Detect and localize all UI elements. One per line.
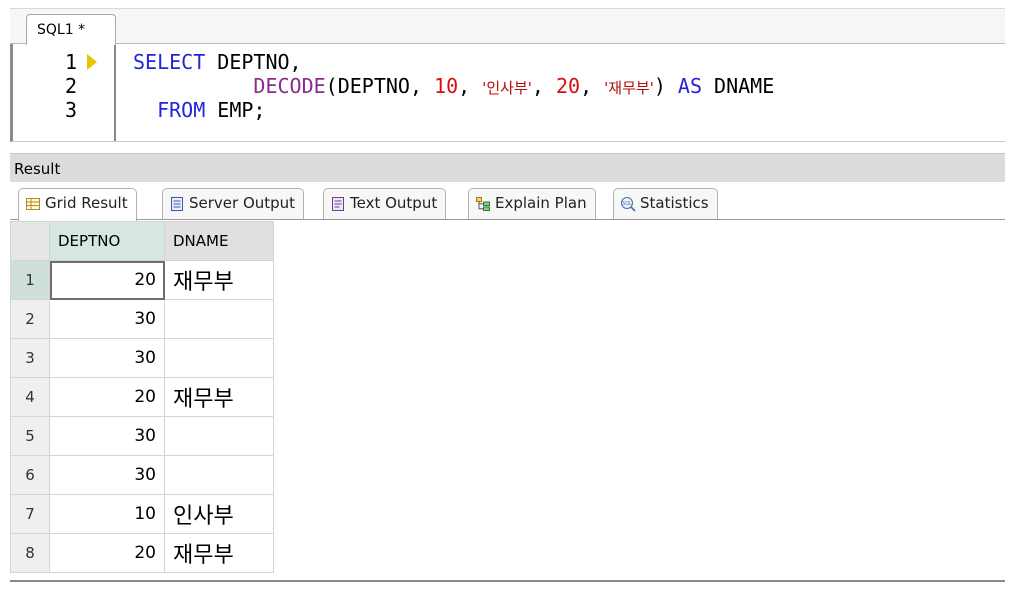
code-token-str: '재무부' (604, 79, 654, 97)
row-number-cell[interactable]: 5 (10, 416, 50, 456)
code-line-2[interactable]: DECODE(DEPTNO, 10, '인사부', 20, '재무부') AS … (133, 74, 774, 98)
tab-text-output[interactable]: Text Output (323, 188, 447, 220)
grid-header-row: DEPTNO DNAME (10, 221, 274, 261)
code-line-3[interactable]: FROM EMP; (133, 98, 265, 122)
cell-dname[interactable]: 재무부 (164, 377, 274, 417)
line-number: 1 (64, 50, 77, 74)
result-grid[interactable]: DEPTNO DNAME 1 20 재무부 2 30 3 30 4 20 재무부 5 30 6 30 7 10… (10, 221, 274, 573)
result-panel-title: Result (10, 153, 1005, 182)
row-number-cell[interactable]: 7 (10, 494, 50, 534)
tab-statistics[interactable]: SQL Statistics (613, 188, 718, 220)
code-token: , (458, 74, 483, 98)
row-number-cell[interactable]: 6 (10, 455, 50, 495)
grid-corner-cell[interactable] (10, 221, 50, 261)
code-token-str: '인사부' (482, 79, 532, 97)
cell-deptno[interactable]: 20 (49, 533, 165, 573)
code-token-num: 20 (555, 74, 581, 98)
code-token: ) (653, 74, 678, 98)
current-line-marker-icon (87, 54, 97, 70)
editor-tab-strip: SQL1 * (10, 8, 1005, 45)
code-token: , (531, 74, 556, 98)
sql-editor[interactable]: 1 2 3 SELECT DEPTNO, DECODE(DEPTNO, 10, … (10, 44, 1005, 142)
table-row[interactable]: 8 20 재무부 (10, 533, 274, 573)
code-line-1[interactable]: SELECT DEPTNO, (133, 50, 302, 74)
text-output-icon (332, 197, 344, 211)
code-token: EMP; (205, 98, 266, 122)
cell-dname[interactable] (164, 416, 274, 456)
row-number-cell[interactable]: 4 (10, 377, 50, 417)
tab-label: Grid Result (45, 194, 128, 212)
explain-plan-icon (476, 197, 490, 211)
cell-dname[interactable]: 인사부 (164, 494, 274, 534)
cell-deptno[interactable]: 30 (49, 416, 165, 456)
line-number: 3 (64, 98, 77, 122)
grid-body: 1 20 재무부 2 30 3 30 4 20 재무부 5 30 6 30 7 10 인사부 8 20 재무부 (10, 260, 274, 573)
table-row[interactable]: 3 30 (10, 338, 274, 378)
code-token-num: 10 (434, 74, 459, 98)
table-row[interactable]: 2 30 (10, 299, 274, 339)
statistics-icon: SQL (621, 197, 636, 212)
row-number-cell[interactable]: 1 (10, 260, 50, 300)
cell-deptno[interactable]: 30 (49, 455, 165, 495)
tab-label: Explain Plan (495, 194, 587, 212)
code-token: DEPTNO, (205, 50, 302, 74)
row-number-cell[interactable]: 8 (10, 533, 50, 573)
cell-dname[interactable]: 재무부 (164, 533, 274, 573)
code-token-kw-blue: AS (677, 74, 703, 98)
code-token-kw-purple: DECODE (253, 74, 326, 98)
table-row[interactable]: 4 20 재무부 (10, 377, 274, 417)
code-token-kw-blue: FROM (157, 98, 206, 122)
result-tab-strip: Grid Result Server Output Text Output Ex… (10, 183, 1005, 221)
table-row[interactable]: 7 10 인사부 (10, 494, 274, 534)
row-number-cell[interactable]: 2 (10, 299, 50, 339)
row-number-cell[interactable]: 3 (10, 338, 50, 378)
line-number: 2 (64, 74, 77, 98)
tab-label: Statistics (640, 194, 709, 212)
tab-grid-result[interactable]: Grid Result (18, 188, 137, 221)
cell-deptno[interactable]: 30 (49, 299, 165, 339)
column-header-dname[interactable]: DNAME (164, 221, 274, 261)
tab-label: Text Output (350, 194, 438, 212)
tab-sql1[interactable]: SQL1 * (26, 14, 116, 45)
code-token: (DEPTNO, (325, 74, 435, 98)
grid-result-icon (26, 198, 40, 210)
column-header-deptno[interactable]: DEPTNO (49, 221, 165, 261)
cell-deptno[interactable]: 10 (49, 494, 165, 534)
server-output-icon (171, 197, 183, 211)
tab-server-output[interactable]: Server Output (162, 188, 305, 220)
table-row[interactable]: 6 30 (10, 455, 274, 495)
panel-bottom-border (10, 580, 1005, 582)
cell-deptno[interactable]: 20 (49, 260, 165, 300)
line-number-gutter: 1 2 3 (13, 44, 116, 141)
table-row[interactable]: 1 20 재무부 (10, 260, 274, 300)
code-token: , (580, 74, 605, 98)
cell-deptno[interactable]: 30 (49, 338, 165, 378)
cell-dname[interactable] (164, 299, 274, 339)
svg-text:SQL: SQL (622, 201, 632, 207)
code-token-kw-blue: SELECT (133, 50, 206, 74)
cell-dname[interactable]: 재무부 (164, 260, 274, 300)
cell-dname[interactable] (164, 338, 274, 378)
cell-dname[interactable] (164, 455, 274, 495)
table-row[interactable]: 5 30 (10, 416, 274, 456)
code-token: DNAME (702, 74, 775, 98)
tab-explain-plan[interactable]: Explain Plan (468, 188, 596, 220)
cell-deptno[interactable]: 20 (49, 377, 165, 417)
tab-label: Server Output (189, 194, 296, 212)
